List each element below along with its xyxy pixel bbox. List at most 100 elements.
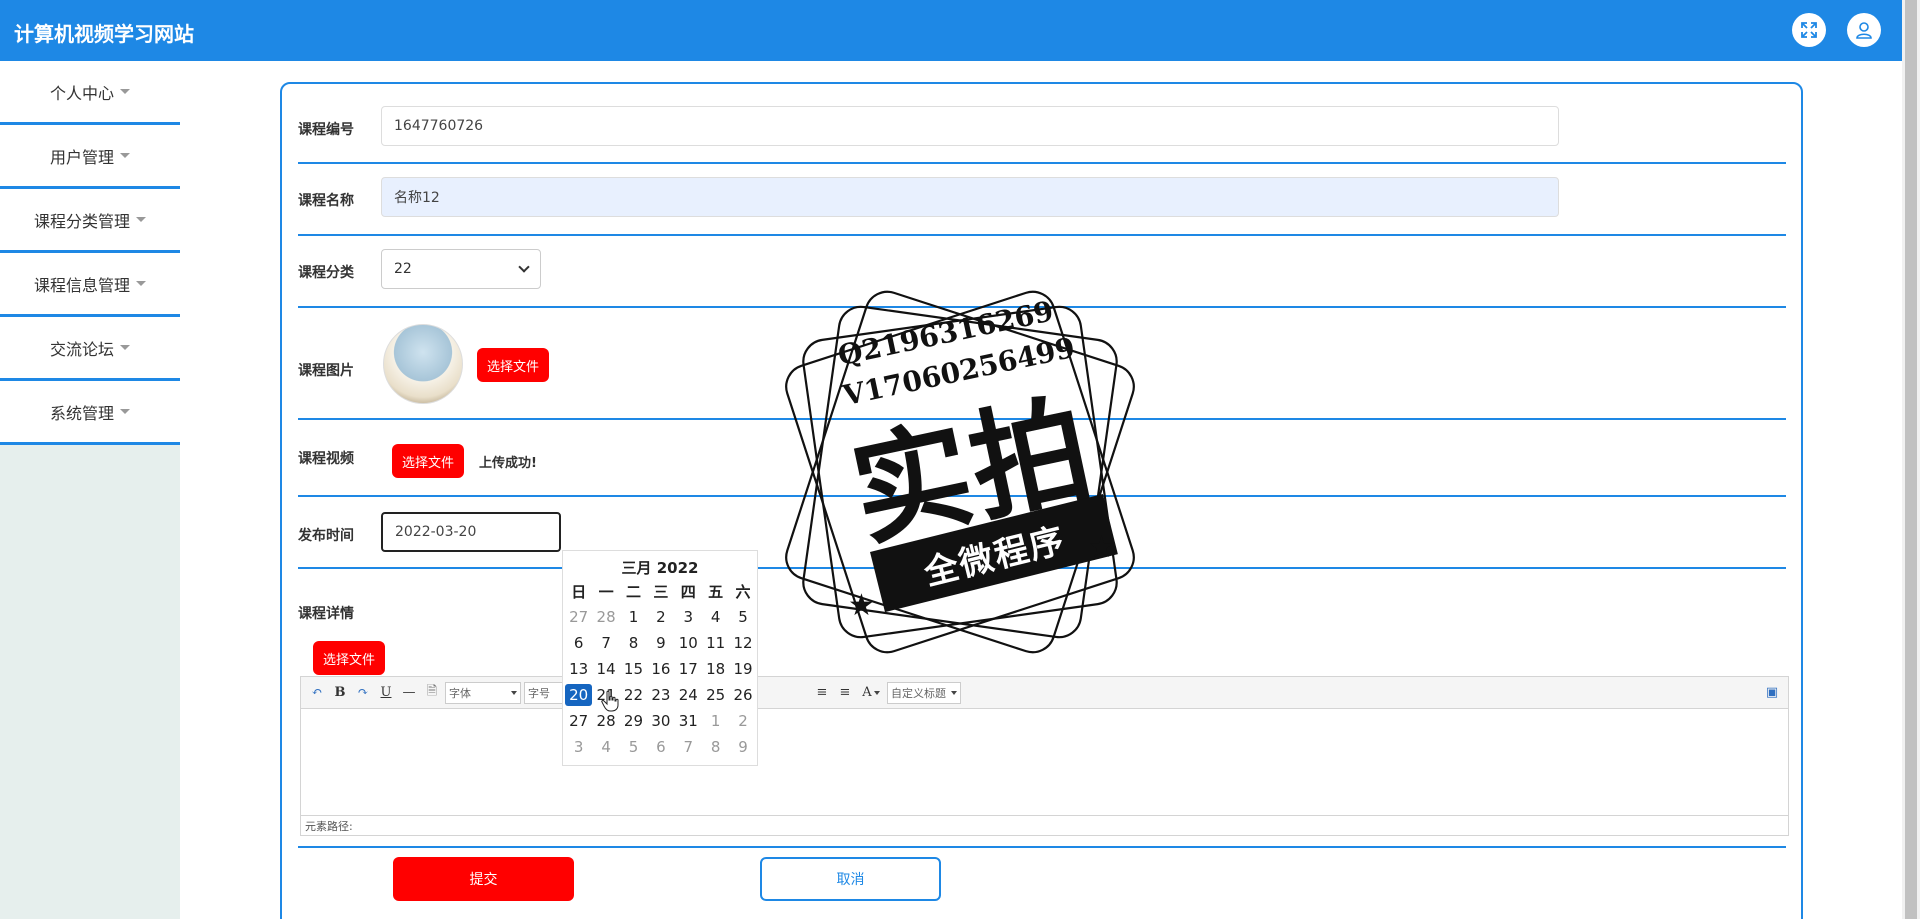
document-icon[interactable]: 🗎	[422, 683, 442, 703]
calendar-day[interactable]: 9	[647, 632, 674, 654]
sidebar-item-course-info[interactable]: 课程信息管理	[0, 253, 180, 317]
calendar-day[interactable]: 1	[620, 606, 647, 628]
course-image-choose-file-button[interactable]: 选择文件	[477, 348, 550, 382]
rich-text-editor: ↶ B ↷ U — 🗎 字体 字号 ≡ ≡ A 自定义标题 ▣ 元素路径:	[300, 676, 1789, 836]
user-icon	[1856, 22, 1872, 39]
align-justify-icon[interactable]: ≡	[835, 683, 855, 703]
calendar-day[interactable]: 9	[729, 736, 756, 758]
course-image-preview	[383, 324, 463, 404]
app-title: 计算机视频学习网站	[14, 22, 194, 46]
calendar-day[interactable]: 31	[675, 710, 702, 732]
calendar-day[interactable]: 27	[565, 606, 592, 628]
calendar-day[interactable]: 24	[675, 684, 702, 706]
calendar-day[interactable]: 26	[729, 684, 756, 706]
font-color-label: A	[862, 685, 872, 700]
calendar-day[interactable]: 29	[620, 710, 647, 732]
calendar-day[interactable]: 2	[729, 710, 756, 732]
sidebar-item-course-category[interactable]: 课程分类管理	[0, 189, 180, 253]
bold-button[interactable]: B	[330, 683, 350, 703]
calendar-day[interactable]: 15	[620, 658, 647, 680]
calendar-day[interactable]: 11	[702, 632, 729, 654]
calendar-week-row: 3456789	[565, 736, 757, 762]
course-detail-label: 课程详情	[298, 606, 354, 622]
caret-down-icon	[120, 89, 130, 94]
course-category-select[interactable]: 22	[381, 249, 541, 289]
calendar-day[interactable]: 16	[647, 658, 674, 680]
calendar-day[interactable]: 5	[620, 736, 647, 758]
form-row-course-image: 课程图片 选择文件	[298, 308, 1786, 420]
course-image-label: 课程图片	[298, 363, 354, 379]
user-button[interactable]	[1847, 13, 1881, 47]
upload-status-text: 上传成功!	[479, 456, 537, 471]
calendar-week-row: 27 28 1 2 3 4 5	[565, 606, 757, 632]
calendar-day[interactable]: 19	[729, 658, 756, 680]
calendar-day[interactable]: 3	[675, 606, 702, 628]
sidebar-item-label: 用户管理	[49, 147, 114, 167]
calendar-day[interactable]: 20	[565, 684, 593, 706]
calendar-day[interactable]: 5	[729, 606, 756, 628]
calendar-day[interactable]: 4	[592, 736, 619, 758]
sidebar-item-personal-center[interactable]: 个人中心	[0, 61, 180, 125]
calendar-day[interactable]: 27	[565, 710, 592, 732]
calendar-day[interactable]: 25	[702, 684, 729, 706]
underline-button[interactable]: U	[376, 683, 396, 703]
sidebar-item-forum[interactable]: 交流论坛	[0, 317, 180, 381]
course-detail-choose-file-button[interactable]: 选择文件	[313, 641, 386, 675]
form-row-course-id: 课程编号 1647760726	[298, 92, 1786, 164]
editor-element-path: 元素路径:	[301, 815, 1788, 835]
fullscreen-button[interactable]	[1792, 13, 1826, 47]
calendar-day[interactable]: 2	[647, 606, 674, 628]
expand-icon	[1801, 22, 1817, 38]
form-row-course-video: 课程视频 选择文件 上传成功!	[298, 420, 1786, 497]
calendar-day[interactable]: 6	[565, 632, 592, 654]
calendar-day[interactable]: 3	[565, 736, 592, 758]
undo-icon[interactable]: ↶	[307, 683, 327, 703]
course-id-input[interactable]: 1647760726	[381, 106, 1559, 146]
calendar-day[interactable]: 8	[702, 736, 729, 758]
calendar-week-row: 13 14 15 16 17 18 19	[565, 658, 757, 684]
calendar-day[interactable]: 28	[592, 606, 619, 628]
calendar-day[interactable]: 6	[647, 736, 674, 758]
calendar-day[interactable]: 8	[620, 632, 647, 654]
calendar-day[interactable]: 4	[702, 606, 729, 628]
calendar-grid: 日一二三四五六 27 28 1 2 3 4 5 6 7 8 9 10 11 12 13 14 15 16 17 18 19…	[565, 580, 757, 762]
font-family-select[interactable]: 字体	[445, 681, 521, 704]
form-row-publish-time: 发布时间 2022-03-20	[298, 497, 1786, 569]
calendar-day[interactable]: 21	[592, 684, 619, 706]
scrollbar-thumb[interactable]	[1905, 0, 1917, 919]
calendar-day[interactable]: 13	[565, 658, 592, 680]
course-video-choose-file-button[interactable]: 选择文件	[392, 444, 465, 478]
page-scrollbar[interactable]	[1902, 0, 1920, 919]
calendar-day[interactable]: 23	[647, 684, 674, 706]
calendar-day[interactable]: 17	[675, 658, 702, 680]
fullscreen-editor-icon[interactable]: ▣	[1762, 683, 1782, 703]
calendar-day[interactable]: 28	[592, 710, 619, 732]
form-row-course-name: 课程名称 名称12	[298, 164, 1786, 236]
editor-content-area[interactable]	[301, 709, 1788, 817]
calendar-day[interactable]: 18	[702, 658, 729, 680]
font-color-button[interactable]: A	[858, 683, 884, 703]
calendar-day[interactable]: 1	[702, 710, 729, 732]
submit-button[interactable]: 提交	[393, 857, 574, 901]
horizontal-rule-icon[interactable]: —	[399, 683, 419, 703]
redo-icon[interactable]: ↷	[353, 683, 373, 703]
publish-time-input[interactable]: 2022-03-20	[381, 512, 561, 552]
calendar-week-row: 27 28 29 30 31 1 2	[565, 710, 757, 736]
calendar-day[interactable]: 7	[675, 736, 702, 758]
course-name-input[interactable]: 名称12	[381, 177, 1559, 217]
calendar-day[interactable]: 22	[620, 684, 647, 706]
calendar-day[interactable]: 14	[592, 658, 619, 680]
sidebar-item-label: 交流论坛	[49, 339, 114, 359]
cancel-button[interactable]: 取消	[760, 857, 941, 901]
sidebar-item-user-management[interactable]: 用户管理	[0, 125, 180, 189]
date-picker-popup: 三月 2022 日一二三四五六 27 28 1 2 3 4 5 6 7 8 9 10 11 12 13 14 15…	[562, 550, 758, 766]
align-center-icon[interactable]: ≡	[812, 683, 832, 703]
calendar-day[interactable]: 10	[675, 632, 702, 654]
sidebar-item-label: 课程信息管理	[33, 275, 130, 295]
custom-heading-select[interactable]: 自定义标题	[887, 681, 961, 704]
calendar-day[interactable]: 12	[729, 632, 756, 654]
calendar-day[interactable]: 7	[592, 632, 619, 654]
sidebar-item-system[interactable]: 系统管理	[0, 381, 180, 445]
calendar-day[interactable]: 30	[647, 710, 674, 732]
calendar-week-row: 20 21 22 23 24 25 26	[565, 684, 757, 710]
